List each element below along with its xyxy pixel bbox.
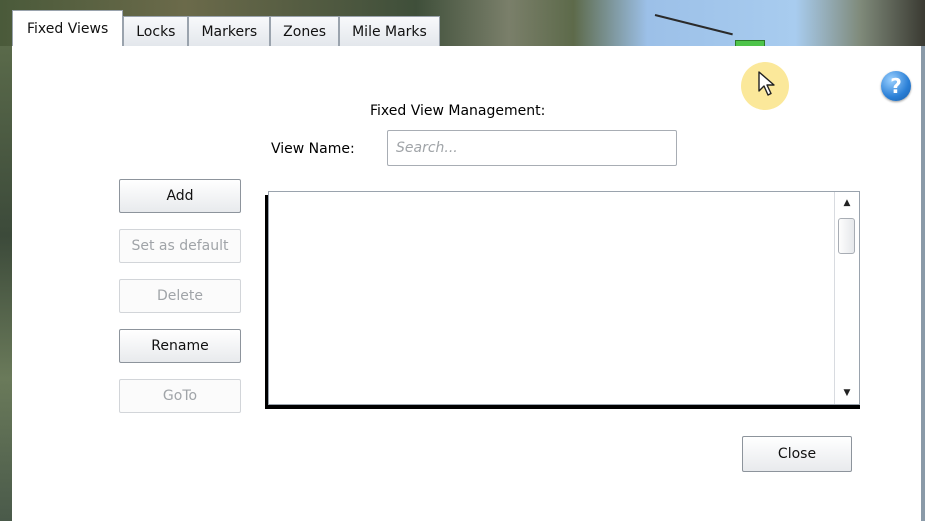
rename-button[interactable]: Rename [119,329,241,363]
tab-locks[interactable]: Locks [123,16,189,46]
tab-zones[interactable]: Zones [270,16,340,46]
tab-markers[interactable]: Markers [188,16,271,46]
add-button[interactable]: Add [119,179,241,213]
tab-bar: Fixed Views Locks Markers Zones Mile Mar… [12,10,440,46]
map-road [654,14,733,36]
mouse-pointer-icon [758,71,775,96]
question-mark-icon[interactable]: ? [881,71,911,101]
scroll-thumb[interactable] [838,218,855,254]
page-title: Fixed View Management: [370,103,546,119]
view-name-label: View Name: [271,141,355,157]
tab-mile-marks[interactable]: Mile Marks [339,16,440,46]
list-scrollbar[interactable]: ▲ ▼ [834,192,859,404]
scroll-down-icon[interactable]: ▼ [835,384,859,402]
set-as-default-button[interactable]: Set as default [119,229,241,263]
map-edge-right [921,46,925,521]
fixed-views-list[interactable]: ▲ ▼ [268,191,860,405]
tab-fixed-views[interactable]: Fixed Views [12,10,124,46]
close-button[interactable]: Close [742,436,852,472]
delete-button[interactable]: Delete [119,279,241,313]
map-edge-left [0,46,12,521]
view-name-search-input[interactable] [387,130,677,166]
scroll-up-icon[interactable]: ▲ [835,194,859,212]
goto-button[interactable]: GoTo [119,379,241,413]
